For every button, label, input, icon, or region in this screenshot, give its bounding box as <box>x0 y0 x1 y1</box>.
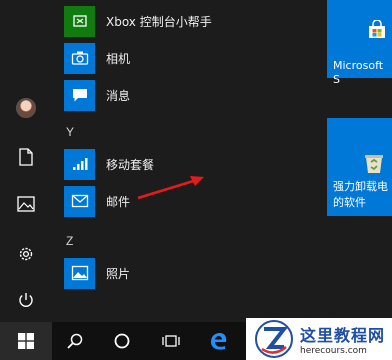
task-view-button[interactable] <box>146 322 196 360</box>
cortana-button[interactable] <box>98 322 146 360</box>
windows-start-icon <box>18 333 34 349</box>
section-header-z[interactable]: Z <box>66 234 73 248</box>
search-button[interactable] <box>52 322 98 360</box>
app-list: Xbox 控制台小帮手 相机 消息 Y 移动套餐 邮件 Z 照片 <box>52 0 314 322</box>
watermark-url: herecours.com <box>300 346 367 356</box>
watermark: 这里教程网 herecours.com <box>246 318 392 360</box>
message-icon <box>64 79 95 111</box>
settings-icon <box>19 247 33 261</box>
tile-label-line2: 的软件 <box>333 196 366 209</box>
start-button[interactable] <box>0 322 52 360</box>
list-item-xbox[interactable]: Xbox 控制台小帮手 <box>64 5 212 37</box>
start-menu-rail <box>0 0 52 322</box>
signal-icon <box>64 148 95 180</box>
list-item-label: 邮件 <box>106 194 131 209</box>
edge-icon <box>211 333 227 350</box>
store-bag-icon <box>369 20 385 38</box>
power-icon <box>19 293 33 307</box>
list-item-mail[interactable]: 邮件 <box>64 185 130 217</box>
tile-microsoft-store[interactable]: Microsoft S <box>327 0 392 86</box>
user-account-button[interactable] <box>0 87 52 129</box>
watermark-logo-icon <box>255 320 293 358</box>
avatar <box>16 98 36 118</box>
section-header-y[interactable]: Y <box>66 125 74 139</box>
pictures-button[interactable] <box>0 183 52 225</box>
tile-label-line1: 强力卸载电 <box>333 180 388 193</box>
edge-button[interactable] <box>196 322 242 360</box>
list-item-label: 相机 <box>106 51 131 66</box>
photos-icon <box>64 257 95 289</box>
tile-uninstaller[interactable]: 强力卸载电 的软件 <box>327 118 392 216</box>
list-item-camera[interactable]: 相机 <box>64 42 130 74</box>
list-item-label: 照片 <box>106 266 131 281</box>
pictures-icon <box>17 196 35 212</box>
tile-label: Microsoft S <box>333 59 384 86</box>
document-icon <box>19 148 33 166</box>
list-item-photos[interactable]: 照片 <box>64 257 130 289</box>
camera-icon <box>64 42 95 74</box>
list-item-label: Xbox 控制台小帮手 <box>106 14 212 29</box>
recycle-bin-icon <box>365 155 383 173</box>
settings-button[interactable] <box>0 233 52 275</box>
task-view-icon <box>162 335 180 347</box>
list-item-messaging[interactable]: 消息 <box>64 79 130 111</box>
list-item-label: 消息 <box>106 88 131 103</box>
mail-icon <box>64 185 95 217</box>
watermark-title: 这里教程网 <box>300 326 386 345</box>
xbox-icon <box>64 5 95 37</box>
annotation-arrow <box>137 176 204 200</box>
cortana-circle-icon <box>114 333 130 349</box>
search-icon <box>67 333 83 349</box>
documents-button[interactable] <box>0 136 52 178</box>
power-button[interactable] <box>0 279 52 321</box>
